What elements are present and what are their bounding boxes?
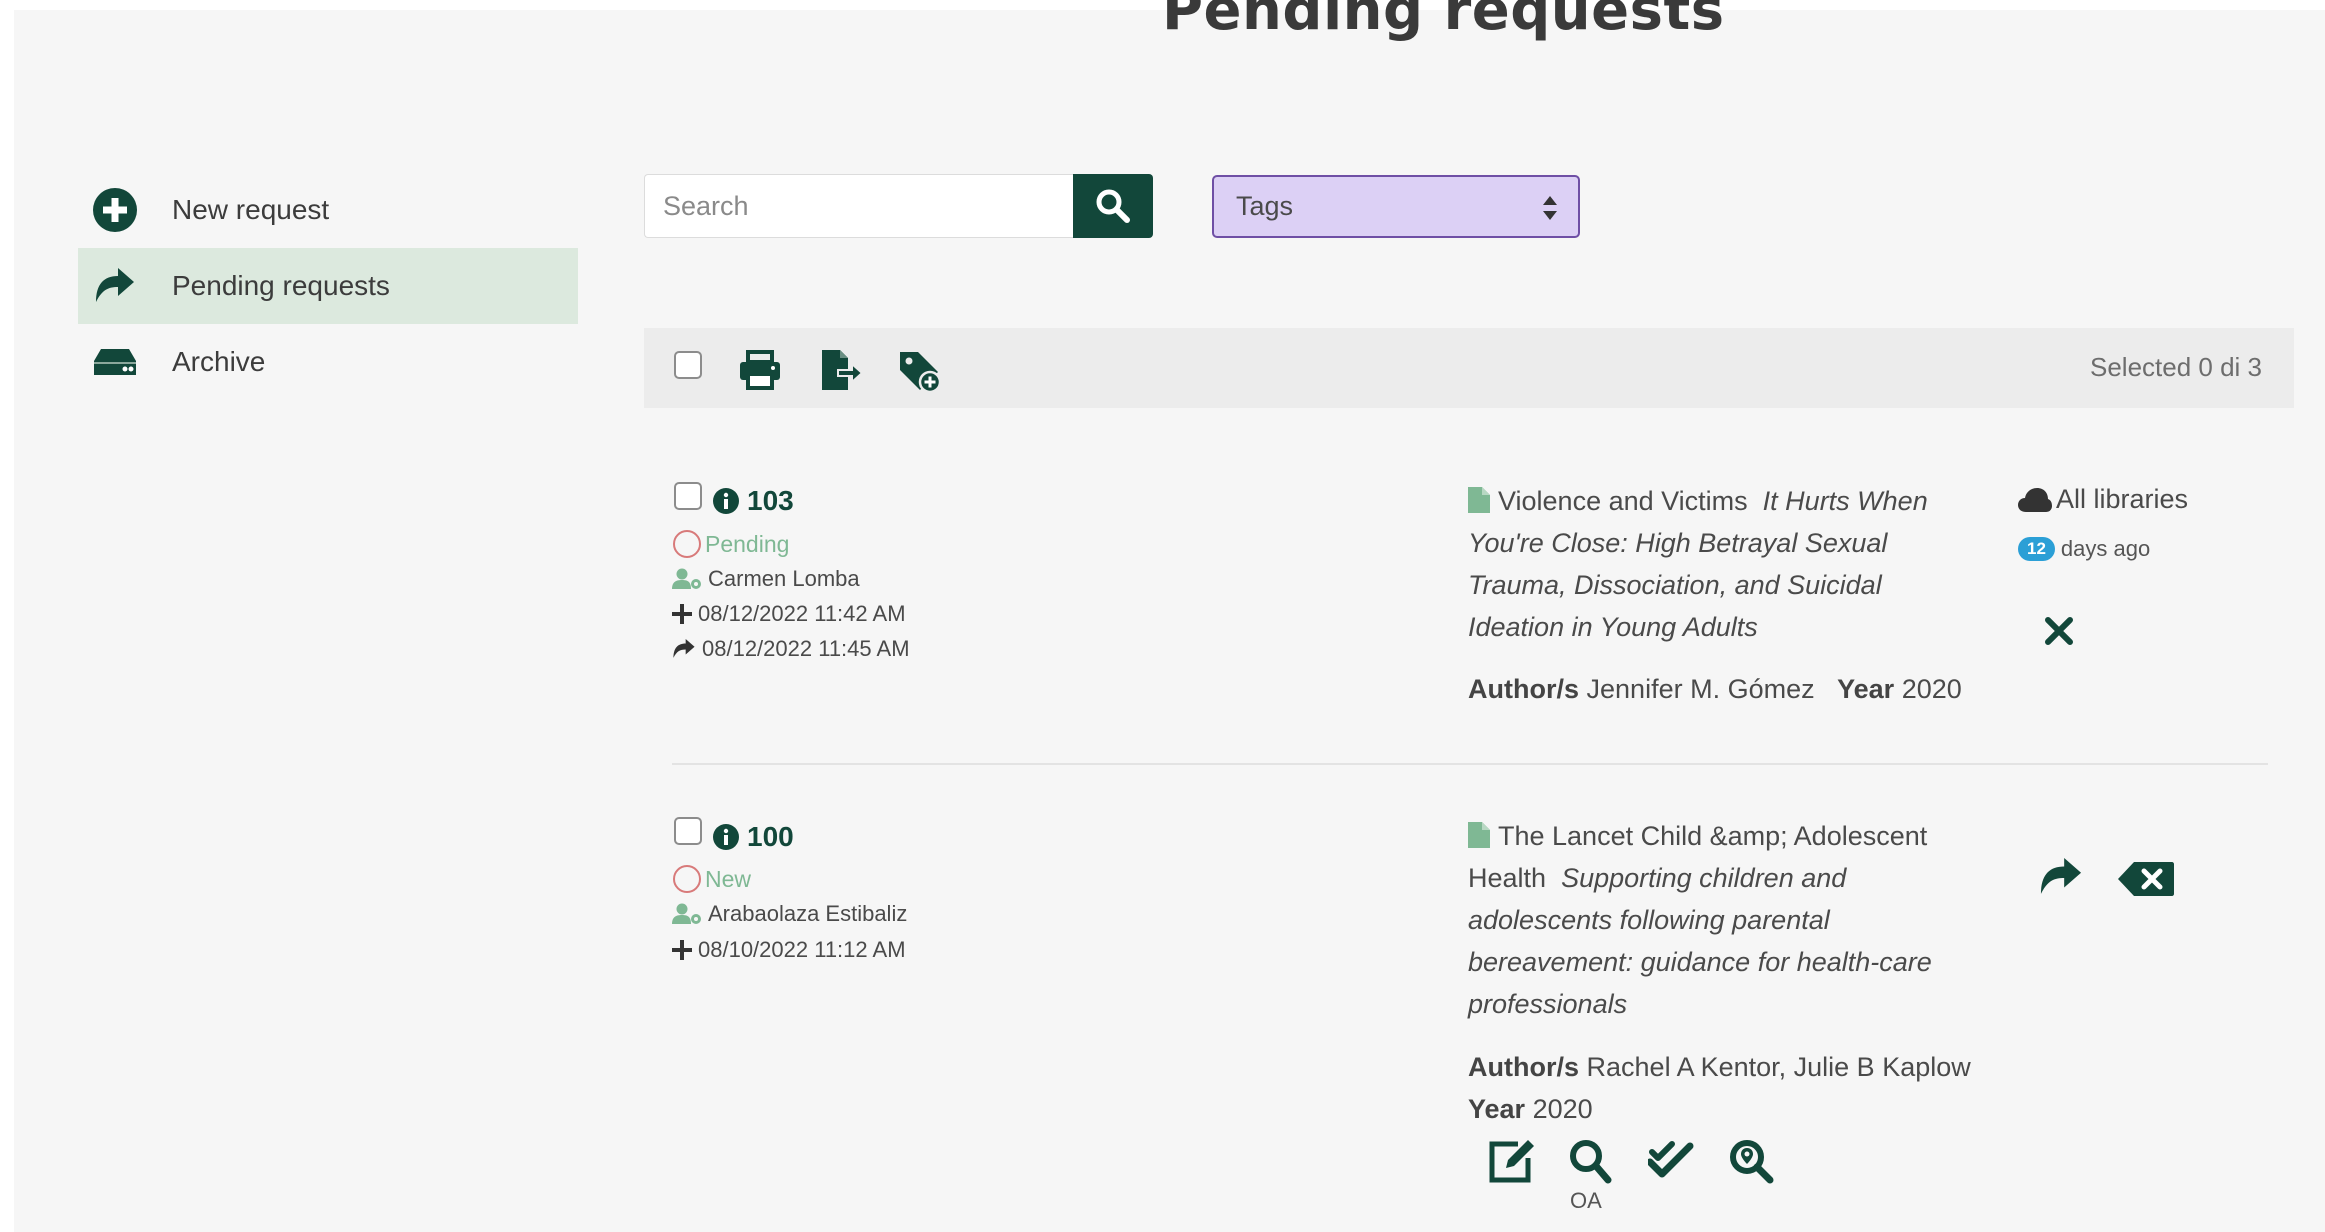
search-button[interactable]: [1073, 174, 1153, 238]
document-citation: The Lancet Child &amp; Adolescent Health…: [1468, 815, 1978, 1025]
request-id[interactable]: 100: [713, 821, 794, 853]
hdd-icon: [90, 337, 140, 387]
backspace-delete-icon[interactable]: [2118, 862, 2174, 896]
status-badge: New: [673, 865, 751, 893]
library-scope: All libraries: [2018, 484, 2188, 515]
sort-caret-icon: [1543, 196, 1557, 220]
sidebar-item-label: New request: [172, 194, 330, 225]
sidebar-item-pending-requests[interactable]: Pending requests: [78, 248, 578, 324]
forwarded-date: 08/12/2022 11:45 AM: [672, 636, 910, 662]
share-arrow-icon: [90, 261, 140, 311]
created-date: 08/10/2022 11:12 AM: [672, 937, 906, 963]
search-oa-icon[interactable]: [1568, 1138, 1612, 1184]
file-icon: [1468, 822, 1490, 848]
sidebar-item-archive[interactable]: Archive: [78, 324, 578, 400]
search-icon: [1096, 189, 1130, 223]
request-user: Carmen Lomba: [672, 566, 860, 592]
page-title: Pending requests: [1162, 0, 1725, 43]
selection-count: Selected 0 di 3: [2089, 352, 2262, 382]
share-arrow-icon: [673, 639, 695, 658]
tag-add-icon[interactable]: [896, 346, 944, 394]
plus-circle-icon: [90, 185, 140, 235]
file-export-icon[interactable]: [816, 346, 864, 394]
print-icon[interactable]: [736, 346, 784, 394]
sidebar-item-new-request[interactable]: New request: [78, 172, 578, 248]
search-location-icon[interactable]: [1728, 1138, 1774, 1184]
oa-label: OA: [1570, 1188, 1602, 1213]
status-ring-icon: [673, 530, 701, 558]
document-citation: Violence and Victims It Hurts When You'r…: [1468, 480, 1978, 648]
file-icon: [1468, 487, 1490, 513]
sidebar-item-label: Archive: [172, 346, 266, 377]
search-input[interactable]: [644, 174, 1074, 238]
forward-icon[interactable]: [2038, 858, 2084, 896]
row-divider: [672, 763, 2268, 765]
tags-select-label: Tags: [1236, 191, 1294, 221]
journal-name: Violence and Victims: [1498, 486, 1748, 516]
age-indicator: 12 days ago: [2018, 536, 2150, 562]
edit-icon[interactable]: [1488, 1138, 1536, 1184]
days-count-badge: 12: [2018, 537, 2055, 561]
sidebar-item-label: Pending requests: [172, 270, 390, 301]
info-icon: [713, 824, 739, 850]
authors-line: Author/s Jennifer M. Gómez Year 2020: [1468, 674, 1962, 704]
plus-icon: [672, 940, 692, 960]
cloud-icon: [2018, 487, 2052, 512]
plus-icon: [672, 604, 692, 624]
user-cog-icon: [672, 903, 701, 924]
double-check-icon[interactable]: [1648, 1140, 1694, 1182]
status-ring-icon: [673, 865, 701, 893]
request-id[interactable]: 103: [713, 485, 794, 517]
tags-select[interactable]: Tags: [1212, 175, 1580, 238]
request-checkbox[interactable]: [674, 817, 702, 845]
select-all-checkbox[interactable]: [674, 351, 702, 379]
request-checkbox[interactable]: [674, 482, 702, 510]
bulk-toolbar: Selected 0 di 3: [644, 328, 2294, 408]
request-user: Arabaolaza Estibaliz: [672, 901, 907, 927]
created-date: 08/12/2022 11:42 AM: [672, 601, 906, 627]
info-icon: [713, 488, 739, 514]
status-badge: Pending: [673, 530, 789, 558]
close-icon[interactable]: [2044, 616, 2074, 646]
user-cog-icon: [672, 568, 701, 589]
authors-line: Author/s Rachel A Kentor, Julie B Kaplow…: [1468, 1052, 1971, 1124]
